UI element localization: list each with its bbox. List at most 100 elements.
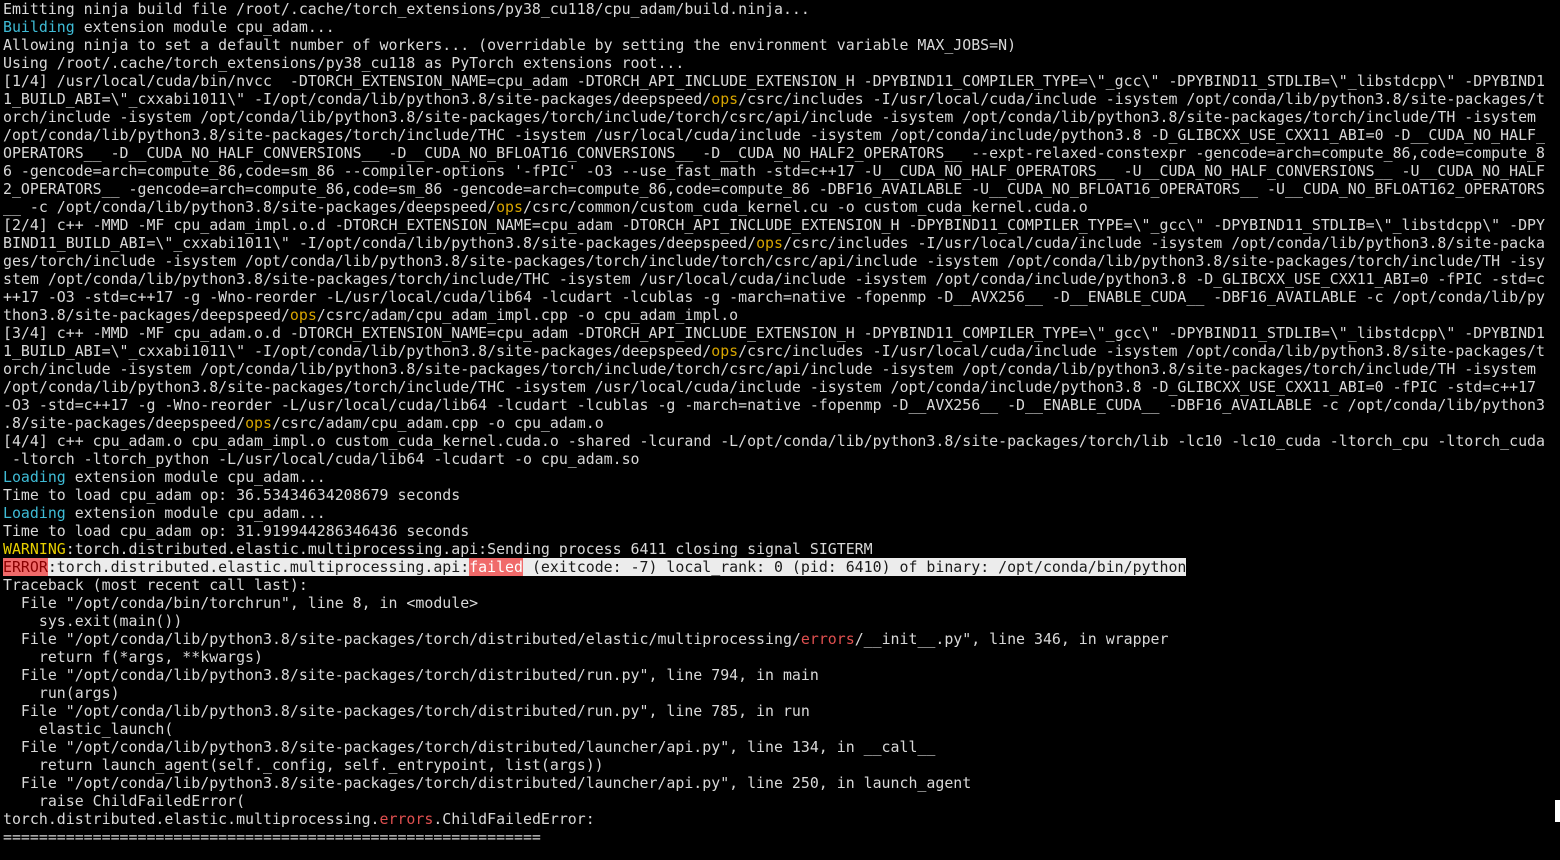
terminal-line: -ltorch -ltorch_python -L/usr/local/cuda… xyxy=(3,450,1560,468)
terminal-line: Time to load cpu_adam op: 31.91994428634… xyxy=(3,522,1560,540)
terminal-text-segment: return f(*args, **kwargs) xyxy=(3,648,263,666)
terminal-line: return f(*args, **kwargs) xyxy=(3,648,1560,666)
terminal-text-segment: .ChildFailedError: xyxy=(433,810,595,828)
terminal-line: Building extension module cpu_adam... xyxy=(3,18,1560,36)
terminal-text-segment: ========================================… xyxy=(3,828,541,846)
terminal-line: [2/4] c++ -MMD -MF cpu_adam_impl.o.d -DT… xyxy=(3,216,1560,234)
terminal-text-segment: -O3 -std=c++17 -g -Wno-reorder -L/usr/lo… xyxy=(3,396,1545,414)
terminal-text-segment: orch/include -isystem /opt/conda/lib/pyt… xyxy=(3,108,1537,126)
terminal-line: __ -c /opt/conda/lib/python3.8/site-pack… xyxy=(3,198,1560,216)
terminal-text-segment: /__init__.py", line 346, in wrapper xyxy=(854,630,1169,648)
terminal-text-segment: Loading xyxy=(3,504,66,522)
terminal-text-segment: extension module cpu_adam... xyxy=(65,504,326,522)
terminal-line: Loading extension module cpu_adam... xyxy=(3,504,1560,522)
terminal-line: BIND11_BUILD_ABI=\"_cxxabi1011\" -I/opt/… xyxy=(3,234,1560,252)
terminal-line: File "/opt/conda/lib/python3.8/site-pack… xyxy=(3,630,1560,648)
terminal-line: ERROR:torch.distributed.elastic.multipro… xyxy=(3,558,1560,576)
terminal-line: ========================================… xyxy=(3,828,1560,846)
terminal-line: raise ChildFailedError( xyxy=(3,792,1560,810)
terminal-line: Traceback (most recent call last): xyxy=(3,576,1560,594)
terminal-text-segment: File "/opt/conda/lib/python3.8/site-pack… xyxy=(3,738,936,756)
terminal-line: 1_BUILD_ABI=\"_cxxabi1011\" -I/opt/conda… xyxy=(3,90,1560,108)
terminal-text-segment: failed xyxy=(469,558,523,576)
terminal-text-segment: [4/4] c++ cpu_adam.o cpu_adam_impl.o cus… xyxy=(3,432,1545,450)
terminal-text-segment: /opt/conda/lib/python3.8/site-packages/t… xyxy=(3,126,1545,144)
terminal-text-segment: extension module cpu_adam... xyxy=(65,468,326,486)
terminal-text-segment: ops xyxy=(711,90,739,108)
terminal-line: thon3.8/site-packages/deepspeed/ops/csrc… xyxy=(3,306,1560,324)
terminal-line: 2_OPERATORS__ -gencode=arch=compute_86,c… xyxy=(3,180,1560,198)
scrollbar-thumb[interactable] xyxy=(1555,800,1560,822)
terminal-text-segment: raise ChildFailedError( xyxy=(3,792,246,810)
terminal-text-segment: ops xyxy=(245,414,272,432)
terminal-text-segment: OPERATORS__ -D__CUDA_NO_HALF_CONVERSIONS… xyxy=(3,144,1545,162)
terminal-text-segment: errors xyxy=(800,630,855,648)
terminal-text-segment: return launch_agent(self._config, self._… xyxy=(3,756,604,774)
terminal-output: Emitting ninja build file /root/.cache/t… xyxy=(3,0,1560,846)
terminal-text-segment: -ltorch -ltorch_python -L/usr/local/cuda… xyxy=(3,450,640,468)
terminal-text-segment: 6 -gencode=arch=compute_86,code=sm_86 --… xyxy=(3,162,1545,180)
terminal-line: elastic_launch( xyxy=(3,720,1560,738)
terminal-line: WARNING:torch.distributed.elastic.multip… xyxy=(3,540,1560,558)
terminal-text-segment: ges/torch/include -isystem /opt/conda/li… xyxy=(3,252,1545,270)
terminal-text-segment: Emitting ninja build file /root/.cache/t… xyxy=(3,0,810,18)
terminal-text-segment: WARNING xyxy=(3,540,66,558)
terminal-text-segment: 2_OPERATORS__ -gencode=arch=compute_86,c… xyxy=(3,180,1545,198)
terminal-text-segment: sys.exit(main()) xyxy=(3,612,183,630)
terminal-line: [4/4] c++ cpu_adam.o cpu_adam_impl.o cus… xyxy=(3,432,1560,450)
terminal-text-segment: [1/4] /usr/local/cuda/bin/nvcc -DTORCH_E… xyxy=(3,72,1545,90)
terminal-line: File "/opt/conda/lib/python3.8/site-pack… xyxy=(3,774,1560,792)
terminal-text-segment: 1_BUILD_ABI=\"_cxxabi1011\" -I/opt/conda… xyxy=(3,342,712,360)
terminal-text-segment: Allowing ninja to set a default number o… xyxy=(3,36,1017,54)
terminal-text-segment: :torch.distributed.elastic.multiprocessi… xyxy=(47,558,470,576)
terminal-text-segment: File "/opt/conda/bin/torchrun", line 8, … xyxy=(3,594,479,612)
terminal-text-segment: Building xyxy=(3,18,75,36)
terminal-text-segment: ops xyxy=(496,198,523,216)
terminal-text-segment: Using /root/.cache/torch_extensions/py38… xyxy=(3,54,685,72)
terminal-line: Emitting ninja build file /root/.cache/t… xyxy=(3,0,1560,18)
terminal-line: Using /root/.cache/torch_extensions/py38… xyxy=(3,54,1560,72)
terminal-line: [3/4] c++ -MMD -MF cpu_adam.o.d -DTORCH_… xyxy=(3,324,1560,342)
terminal-text-segment: /csrc/adam/cpu_adam.cpp -o cpu_adam.o xyxy=(271,414,604,432)
terminal-text-segment: ++17 -O3 -std=c++17 -g -Wno-reorder -L/u… xyxy=(3,288,1545,306)
terminal-text-segment: /csrc/common/custom_cuda_kernel.cu -o cu… xyxy=(522,198,1088,216)
terminal-text-segment: File "/opt/conda/lib/python3.8/site-pack… xyxy=(3,774,972,792)
terminal-text-segment: /csrc/includes -I/usr/local/cuda/include… xyxy=(738,90,1545,108)
terminal-text-segment: /csrc/includes -I/usr/local/cuda/include… xyxy=(782,234,1545,252)
terminal-text-segment: [3/4] c++ -MMD -MF cpu_adam.o.d -DTORCH_… xyxy=(3,324,1545,342)
terminal-line: File "/opt/conda/lib/python3.8/site-pack… xyxy=(3,666,1560,684)
terminal-line: File "/opt/conda/bin/torchrun", line 8, … xyxy=(3,594,1560,612)
terminal-text-segment: /csrc/adam/cpu_adam_impl.cpp -o cpu_adam… xyxy=(316,306,739,324)
terminal-line: 6 -gencode=arch=compute_86,code=sm_86 --… xyxy=(3,162,1560,180)
terminal-text-segment: run(args) xyxy=(3,684,120,702)
terminal-text-segment: ops xyxy=(289,306,317,324)
terminal-line: return launch_agent(self._config, self._… xyxy=(3,756,1560,774)
terminal-line: ++17 -O3 -std=c++17 -g -Wno-reorder -L/u… xyxy=(3,288,1560,306)
terminal-text-segment: orch/include -isystem /opt/conda/lib/pyt… xyxy=(3,360,1537,378)
terminal-text-segment: Time to load cpu_adam op: 31.91994428634… xyxy=(3,522,470,540)
terminal-text-segment: /opt/conda/lib/python3.8/site-packages/t… xyxy=(3,378,1537,396)
terminal-window[interactable]: Emitting ninja build file /root/.cache/t… xyxy=(0,0,1560,860)
terminal-line: .8/site-packages/deepspeed/ops/csrc/adam… xyxy=(3,414,1560,432)
terminal-line: orch/include -isystem /opt/conda/lib/pyt… xyxy=(3,360,1560,378)
terminal-text-segment: stem /opt/conda/lib/python3.8/site-packa… xyxy=(3,270,1545,288)
terminal-text-segment: BIND11_BUILD_ABI=\"_cxxabi1011\" -I/opt/… xyxy=(3,234,757,252)
terminal-line: /opt/conda/lib/python3.8/site-packages/t… xyxy=(3,126,1560,144)
terminal-line: run(args) xyxy=(3,684,1560,702)
terminal-line: sys.exit(main()) xyxy=(3,612,1560,630)
terminal-text-segment: /csrc/includes -I/usr/local/cuda/include… xyxy=(738,342,1545,360)
terminal-text-segment: ops xyxy=(711,342,739,360)
terminal-line: File "/opt/conda/lib/python3.8/site-pack… xyxy=(3,738,1560,756)
terminal-line: File "/opt/conda/lib/python3.8/site-pack… xyxy=(3,702,1560,720)
terminal-text-segment: Traceback (most recent call last): xyxy=(3,576,308,594)
terminal-line: Time to load cpu_adam op: 36.53434634208… xyxy=(3,486,1560,504)
terminal-line: 1_BUILD_ABI=\"_cxxabi1011\" -I/opt/conda… xyxy=(3,342,1560,360)
terminal-text-segment: elastic_launch( xyxy=(3,720,174,738)
terminal-text-segment: [2/4] c++ -MMD -MF cpu_adam_impl.o.d -DT… xyxy=(3,216,1545,234)
terminal-text-segment: File "/opt/conda/lib/python3.8/site-pack… xyxy=(3,666,819,684)
terminal-text-segment: Loading xyxy=(3,468,66,486)
terminal-line: Allowing ninja to set a default number o… xyxy=(3,36,1560,54)
terminal-line: OPERATORS__ -D__CUDA_NO_HALF_CONVERSIONS… xyxy=(3,144,1560,162)
terminal-text-segment: Time to load cpu_adam op: 36.53434634208… xyxy=(3,486,461,504)
terminal-text-segment: errors xyxy=(379,810,434,828)
